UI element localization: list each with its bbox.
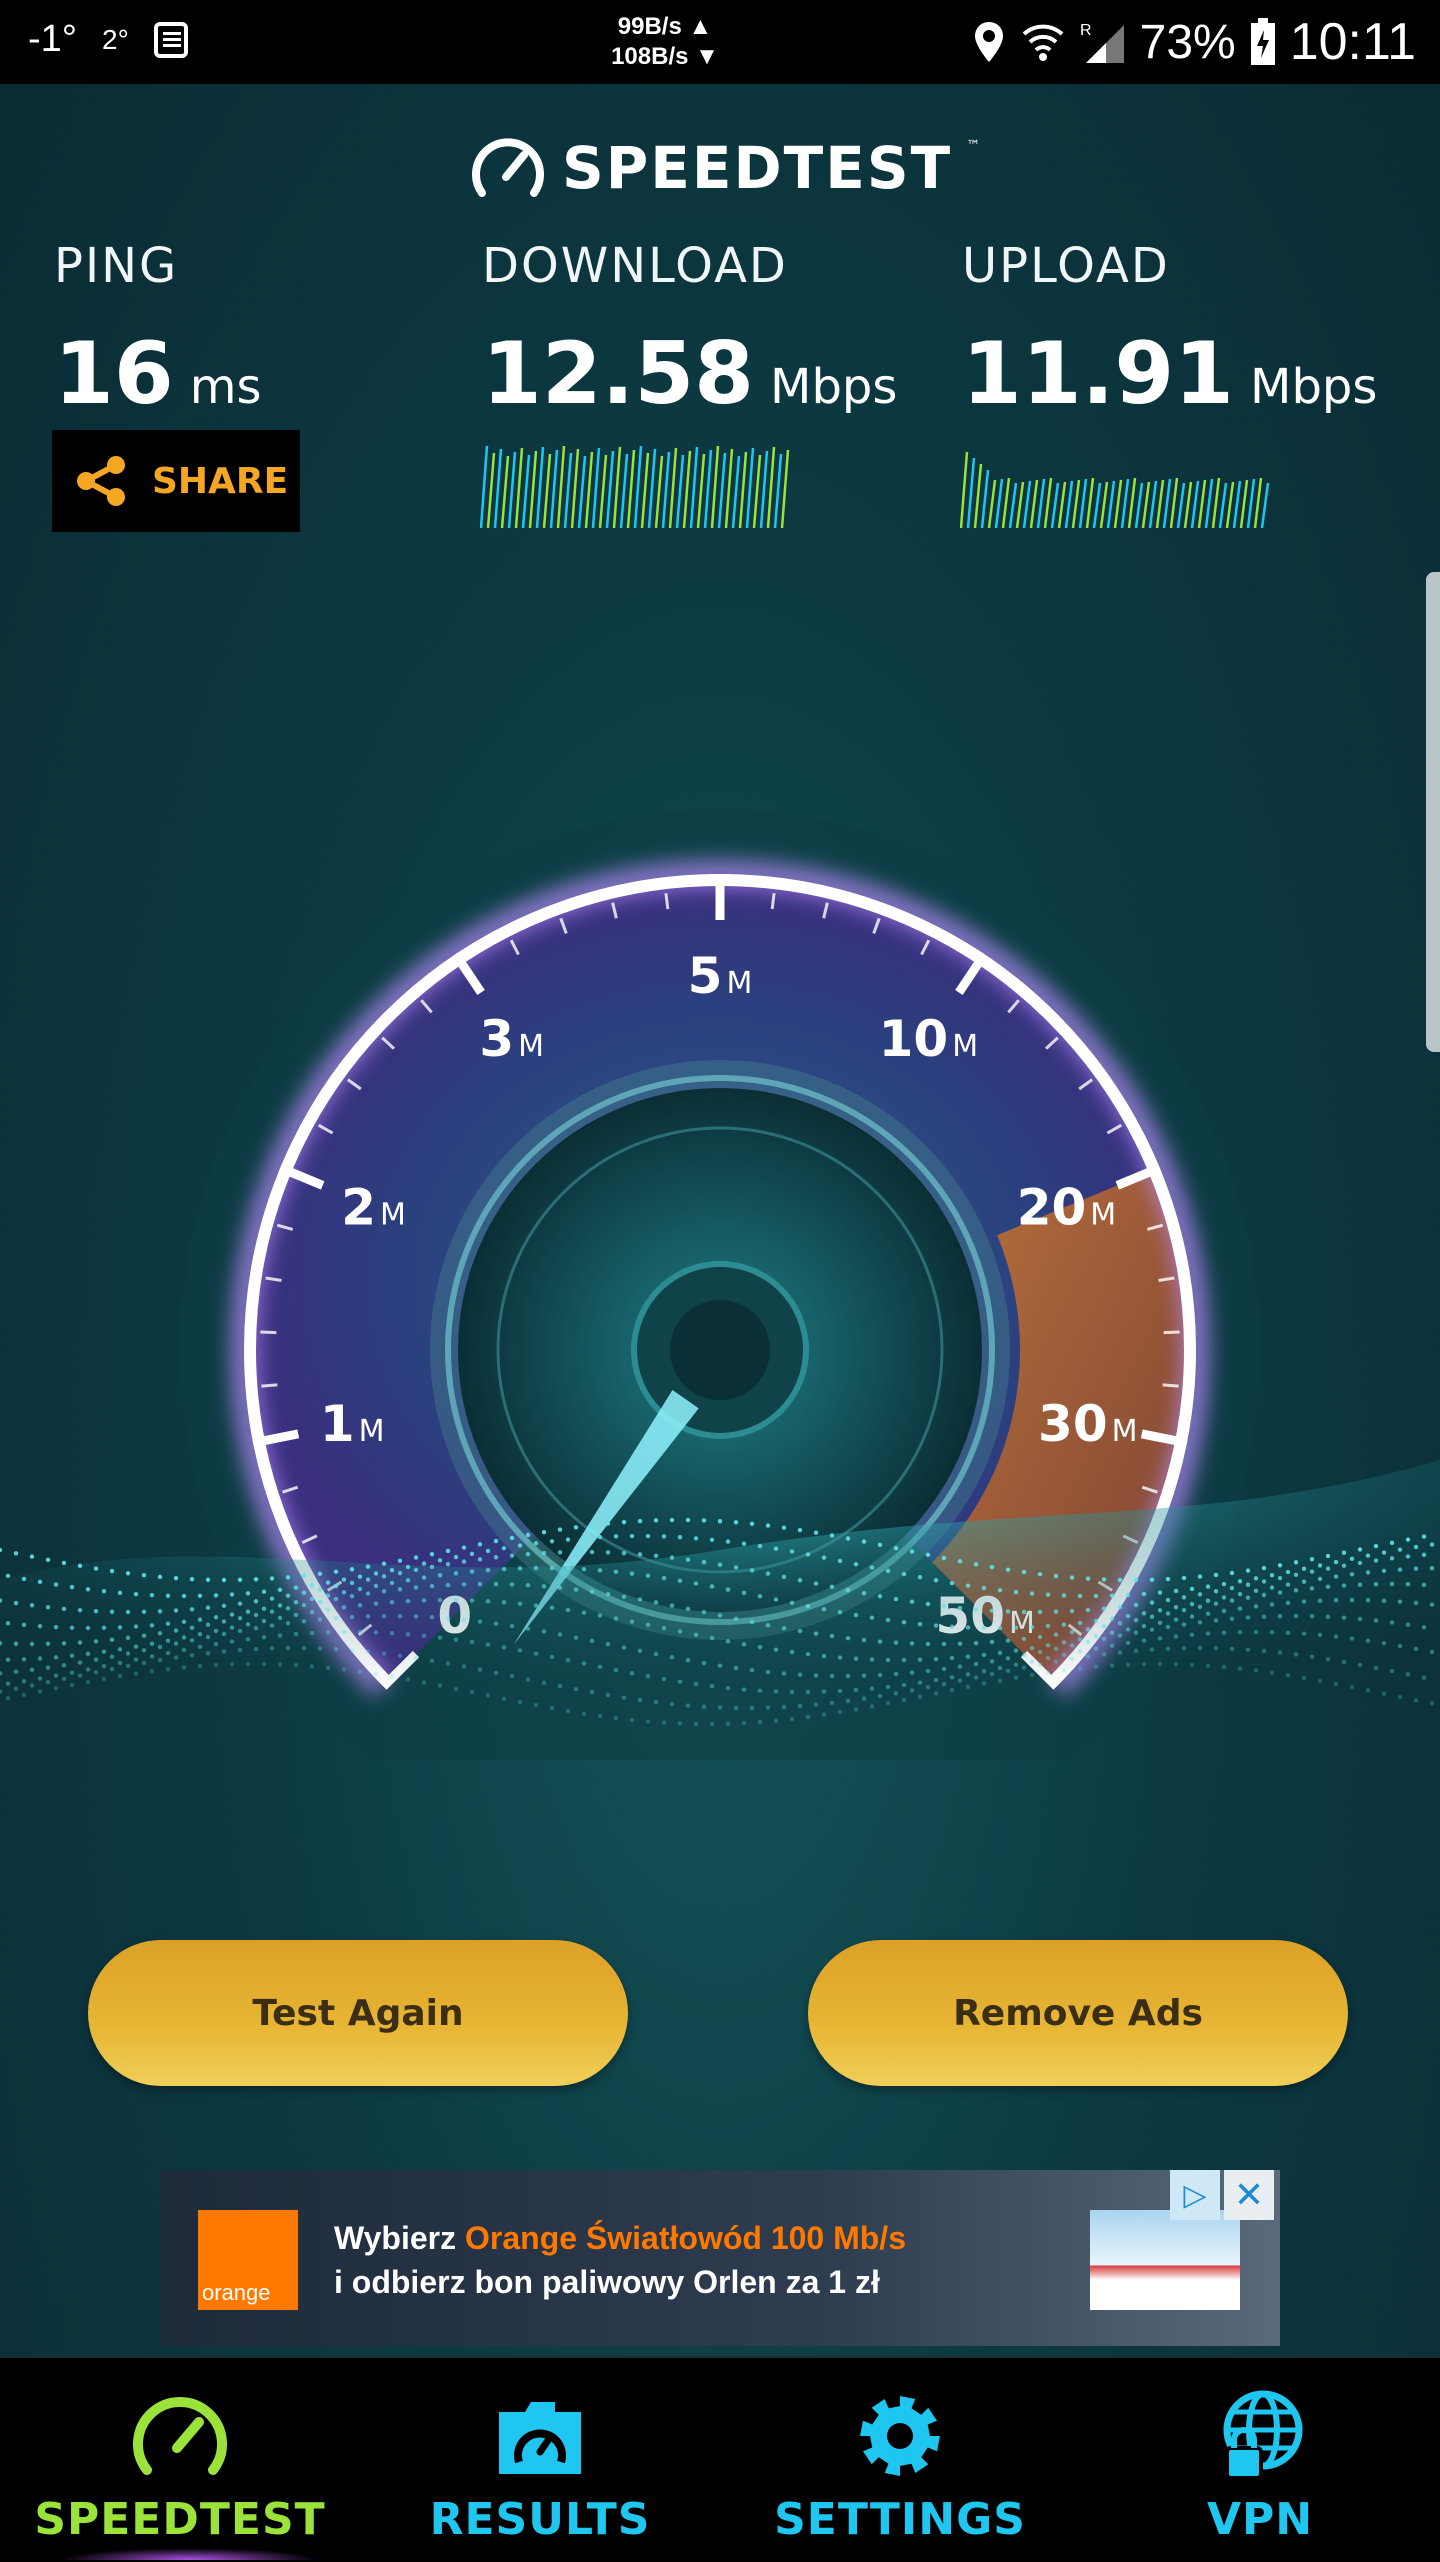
download-sparkline <box>480 445 790 529</box>
battery-icon <box>1250 18 1275 65</box>
download-value: 12.58 <box>482 324 755 424</box>
gauge-minor-tick <box>664 893 670 910</box>
ad-banner[interactable]: orange Wybierz Orange Światłowód 100 Mb/… <box>160 2170 1280 2346</box>
share-icon <box>77 456 125 506</box>
ad-headline: Wybierz Orange Światłowód 100 Mb/s <box>334 2220 906 2257</box>
ad-subline: i odbierz bon paliwowy Orlen za 1 zł <box>334 2264 880 2300</box>
upload-unit: Mbps <box>1250 359 1378 415</box>
speed-gauge: 01M2M3M5M10M20M30M50M <box>0 810 1440 1760</box>
share-button[interactable]: SHARE <box>52 430 300 532</box>
upload-sparkline <box>960 451 1270 529</box>
arrow-down-icon: ▼ <box>695 43 719 70</box>
orange-logo: orange <box>198 2210 298 2310</box>
logo-text: SPEEDTEST <box>562 134 953 202</box>
gauge-minor-tick <box>770 893 776 910</box>
nav-label-speedtest: SPEEDTEST <box>34 2494 326 2545</box>
nav-item-settings[interactable]: SETTINGS <box>750 2358 1050 2562</box>
nav-label-results: RESULTS <box>429 2494 651 2545</box>
gauge-minor-tick <box>1163 1330 1180 1335</box>
gauge-minor-tick <box>1162 1383 1179 1388</box>
status-bar: -1° 2° 99B/s ▲ 108B/s ▼ R 73% 10:11 <box>0 0 1440 84</box>
download-label: DOWNLOAD <box>482 238 788 294</box>
network-rate: 99B/s ▲ 108B/s ▼ <box>600 12 730 72</box>
results-folder-icon <box>499 2402 581 2474</box>
download-unit: Mbps <box>770 359 898 415</box>
nav-label-vpn: VPN <box>1206 2494 1314 2545</box>
bottom-navigation: SPEEDTEST RESULTS SETTINGS VPN <box>0 2356 1440 2562</box>
upload-rate: 99B/s <box>617 13 682 40</box>
ad-close-button[interactable]: ✕ <box>1224 2170 1274 2220</box>
signal-icon: R <box>1080 22 1124 63</box>
wifi-icon <box>1022 24 1063 61</box>
remove-ads-button[interactable]: Remove Ads <box>808 1940 1348 2086</box>
nav-item-results[interactable]: RESULTS <box>390 2358 690 2562</box>
download-rate: 108B/s <box>611 43 689 70</box>
weather-temperature-secondary: 2° <box>102 24 129 55</box>
location-icon <box>974 22 1003 62</box>
ping-value: 16 <box>54 324 174 424</box>
speedtest-logo: SPEEDTEST ™ <box>468 128 980 208</box>
gauge-minor-tick <box>261 1383 278 1388</box>
upload-label: UPLOAD <box>962 238 1170 294</box>
nav-label-settings: SETTINGS <box>774 2494 1026 2545</box>
nav-item-vpn[interactable]: VPN <box>1110 2358 1410 2562</box>
nav-item-speedtest[interactable]: SPEEDTEST <box>30 2358 330 2562</box>
active-tab-glow <box>60 2548 320 2560</box>
gear-icon <box>860 2396 940 2476</box>
upload-value: 11.91 <box>962 324 1235 424</box>
ad-choices-icon[interactable]: ▷ <box>1170 2170 1220 2220</box>
ad-headline-highlight: Orange Światłowód 100 Mb/s <box>465 2220 906 2256</box>
vpn-globe-lock-icon <box>1223 2390 1303 2480</box>
ping-unit: ms <box>189 359 262 415</box>
ad-headline-prefix: Wybierz <box>334 2220 465 2256</box>
ad-image <box>1090 2210 1240 2310</box>
share-label: SHARE <box>152 460 289 502</box>
speedometer-icon <box>133 2397 227 2475</box>
svg-text:R: R <box>1080 22 1092 39</box>
speedometer-logo-icon <box>472 138 544 197</box>
battery-percent: 73% <box>1139 15 1236 69</box>
ping-label: PING <box>54 238 179 294</box>
gauge-minor-tick <box>260 1330 277 1335</box>
clock: 10:11 <box>1289 13 1416 71</box>
logo-trademark: ™ <box>966 138 981 154</box>
ping-metric: PING 16 ms <box>54 238 261 424</box>
arrow-up-icon: ▲ <box>688 13 713 40</box>
upload-metric: UPLOAD 11.91 Mbps <box>962 238 1377 424</box>
test-again-button[interactable]: Test Again <box>88 1940 628 2086</box>
download-metric: DOWNLOAD 12.58 Mbps <box>482 238 897 424</box>
weather-temperature: -1° <box>28 18 77 60</box>
notification-list-icon <box>154 22 188 58</box>
orange-logo-text: orange <box>202 2280 271 2305</box>
